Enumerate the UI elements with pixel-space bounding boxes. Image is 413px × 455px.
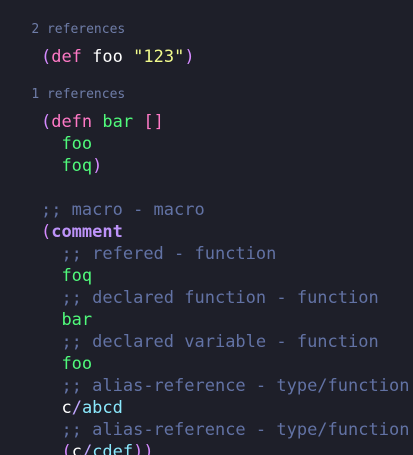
code-line-4[interactable]: foq) (0, 133, 102, 176)
code-line-1[interactable]: (def foo "123") (0, 24, 195, 67)
code-editor[interactable]: 2 references (def foo "123") 1 reference… (0, 0, 413, 455)
close-paren: ) (184, 47, 195, 67)
string-literal: "123" (133, 47, 185, 67)
code-line-13[interactable]: ;; alias-reference - type/function (0, 353, 409, 396)
symbol-foo: foo (92, 47, 123, 67)
line-comment: ;; declared function - function (61, 288, 379, 308)
open-paren: ( (40, 47, 52, 67)
namespace-alias: c (71, 442, 82, 455)
def-keyword: def (51, 47, 82, 67)
code-line-12[interactable]: foo (0, 331, 92, 374)
code-line-8[interactable]: foq (0, 243, 92, 286)
close-paren: ) (133, 442, 144, 455)
code-lens-bar[interactable]: 1 references (0, 71, 125, 102)
code-line-3[interactable]: foo (0, 111, 92, 154)
symbol-bar: bar (102, 112, 134, 132)
code-line-15[interactable]: ;; alias-reference - type/function (0, 397, 409, 440)
code-line-9[interactable]: ;; declared function - function (0, 265, 378, 308)
code-line-6[interactable]: (comment (0, 199, 123, 242)
symbol-cdef: cdef (92, 442, 134, 455)
code-line-7[interactable]: ;; refered - function (0, 221, 276, 264)
line-comment: ;; refered - function (61, 244, 277, 264)
symbol-foq: foq (61, 156, 93, 176)
code-line-5[interactable]: ;; macro - macro (0, 177, 205, 220)
close-paren: ) (92, 156, 103, 176)
line-comment: ;; declared variable - function (61, 332, 379, 352)
code-line-10[interactable]: bar (0, 287, 92, 330)
code-line-11[interactable]: ;; declared variable - function (0, 309, 378, 352)
code-lens-foo[interactable]: 2 references (0, 6, 125, 37)
code-line-14[interactable]: c/abcd (0, 375, 122, 418)
open-paren: ( (61, 442, 72, 455)
close-paren: ) (143, 442, 154, 455)
empty-vector: [] (143, 112, 164, 132)
namespace-slash: / (81, 442, 93, 455)
code-line-2[interactable]: (defn bar [] (0, 89, 164, 132)
code-line-16[interactable]: (c/cdef)) (0, 419, 153, 455)
